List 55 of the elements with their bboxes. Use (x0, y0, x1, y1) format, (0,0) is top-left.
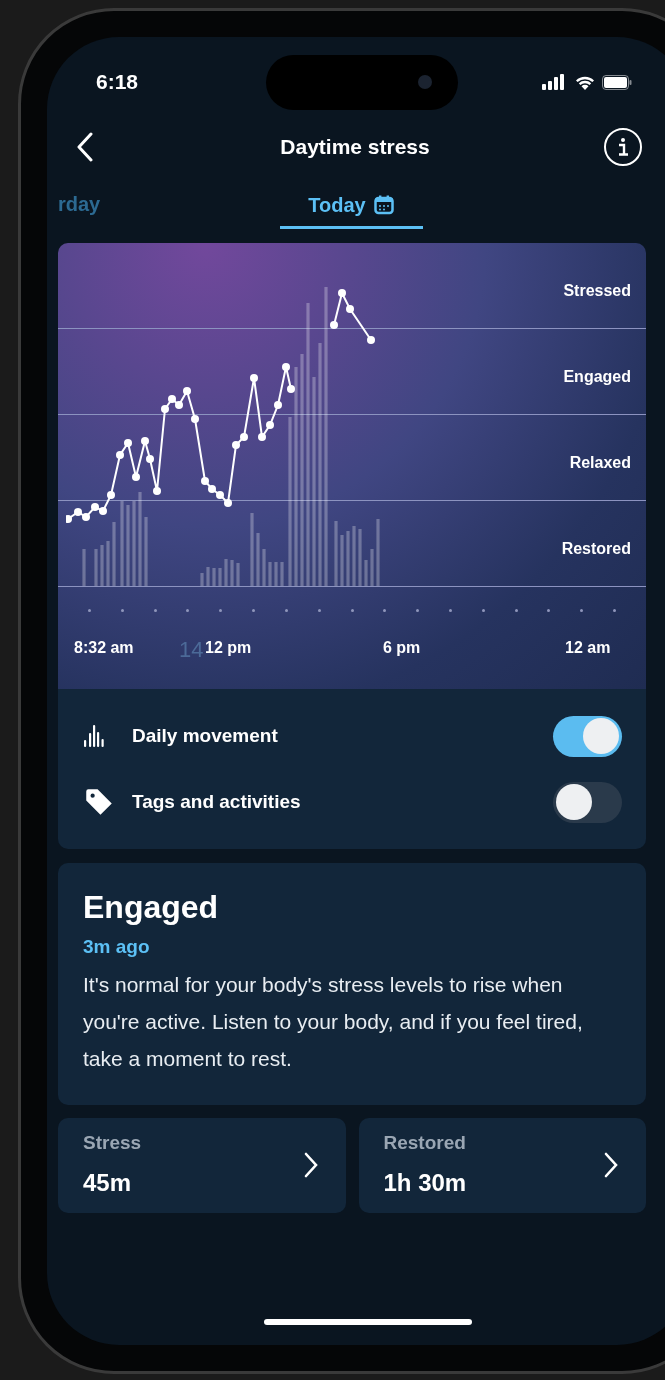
movement-bar (340, 535, 344, 586)
movement-bar (224, 559, 228, 586)
day-tab[interactable]: Today (279, 183, 423, 229)
time-axis-label: 12 am (565, 638, 611, 658)
movement-bar (358, 529, 362, 586)
summary-card[interactable]: Stress 45m (58, 1117, 346, 1213)
movement-bar (268, 562, 272, 586)
movement-bar (106, 541, 110, 586)
status-time: 6:18 (96, 69, 140, 96)
time-axis-label: 8:32 am (74, 638, 134, 658)
info-button[interactable] (604, 128, 642, 166)
movement-bar (352, 526, 356, 586)
movement-bar (274, 562, 278, 586)
movement-bar (256, 533, 260, 586)
movement-bar (262, 549, 266, 586)
bar-chart-icon (82, 724, 106, 748)
movement-bar (364, 560, 368, 586)
movement-bar (112, 522, 116, 586)
movement-bar (230, 560, 234, 586)
movement-bar (236, 563, 240, 586)
wifi-icon (574, 74, 596, 90)
movement-bar (346, 531, 350, 586)
toggle-label: Tags and activities (132, 789, 302, 814)
stress-level-label: Stressed (563, 280, 631, 301)
state-time: 3m ago (83, 935, 151, 959)
battery-icon (602, 74, 632, 90)
time-axis-label: 6 pm (383, 638, 421, 658)
movement-bar (206, 567, 210, 586)
page-title: Daytime stress (280, 134, 430, 161)
stress-level-label: Restored (561, 538, 631, 559)
chevron-right-icon (303, 1152, 318, 1178)
toggle-switch[interactable] (553, 715, 622, 757)
movement-bar (370, 549, 374, 586)
toggle-label: Daily movement (132, 723, 279, 748)
movement-bar (376, 519, 380, 586)
state-title: Engaged (83, 888, 220, 927)
movement-bar (144, 517, 148, 586)
movement-bar (94, 549, 98, 586)
movement-bar (280, 562, 284, 586)
movement-bar (82, 549, 86, 586)
stress-level-label: Relaxed (569, 452, 631, 473)
movement-bar (212, 568, 216, 586)
toggle-switch[interactable] (553, 781, 622, 823)
movement-bar (100, 545, 104, 586)
movement-bar (334, 521, 338, 586)
movement-bar (218, 568, 222, 586)
summary-card[interactable]: Restored 1h 30m (358, 1117, 646, 1213)
info-icon (616, 137, 630, 157)
time-axis-label: 12 pm (205, 638, 252, 658)
chevron-right-icon (604, 1152, 618, 1178)
calendar-icon (373, 194, 394, 215)
stress-level-label: Engaged (563, 366, 631, 387)
camera-lens-icon (418, 75, 432, 89)
movement-bar (200, 573, 204, 586)
state-message: It's normal for your body's stress levels to rise when you're active. Listen to your body, and if you feel tired, take a moment to rest. (83, 971, 584, 1072)
